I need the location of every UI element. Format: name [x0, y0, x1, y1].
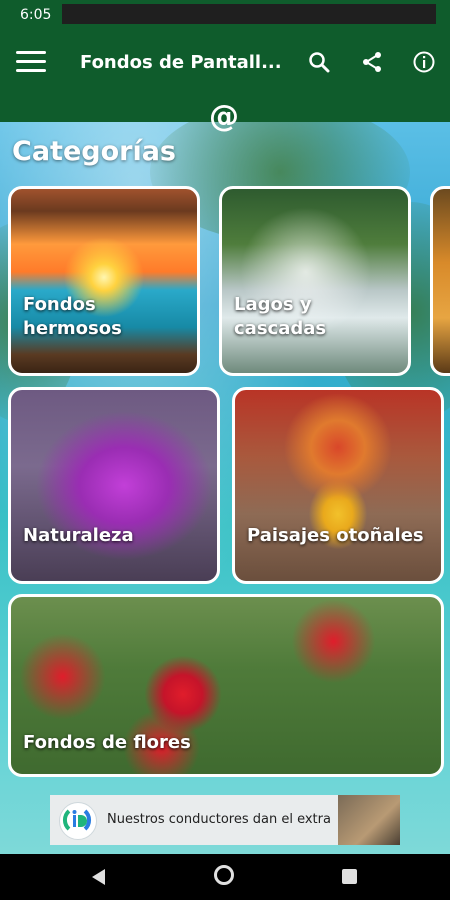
system-nav-bar: [0, 854, 450, 900]
ad-logo-icon: [59, 802, 97, 840]
ad-image: [338, 795, 400, 845]
share-icon[interactable]: [357, 47, 387, 77]
home-icon[interactable]: [214, 865, 234, 885]
category-card-fondos-de-flores[interactable]: Fondos de flores: [8, 594, 444, 777]
category-card-naturaleza[interactable]: Naturaleza: [8, 387, 220, 584]
category-label: Fondos hermosos: [23, 294, 122, 339]
categories-screen[interactable]: Categorías Fondos hermosos Lagos y casca…: [0, 122, 450, 854]
ad-banner[interactable]: Nuestros conductores dan el extra: [50, 795, 400, 845]
status-bar-notification-area: [62, 4, 436, 24]
section-title: Categorías: [12, 136, 176, 167]
app-title: Fondos de Pantall...: [80, 52, 282, 73]
recents-icon[interactable]: [342, 869, 357, 884]
ad-text: Nuestros conductores dan el extra: [107, 812, 331, 827]
at-icon: @: [209, 99, 239, 134]
category-card-fondos-hermosos[interactable]: Fondos hermosos: [8, 186, 200, 376]
search-icon[interactable]: [304, 47, 334, 77]
status-time: 6:05: [20, 7, 52, 23]
back-icon[interactable]: [92, 869, 105, 885]
category-card-partial[interactable]: [430, 186, 450, 376]
menu-icon[interactable]: [16, 51, 46, 73]
status-bar: 6:05: [0, 0, 450, 30]
category-label: Fondos de flores: [23, 732, 191, 753]
category-label: Paisajes otoñales: [247, 525, 424, 546]
category-label: Lagos y cascadas: [234, 294, 327, 339]
category-card-lagos-y-cascadas[interactable]: Lagos y cascadas: [219, 186, 411, 376]
category-card-paisajes-otonales[interactable]: Paisajes otoñales: [232, 387, 444, 584]
category-label: Naturaleza: [23, 525, 134, 546]
info-icon[interactable]: [409, 47, 439, 77]
